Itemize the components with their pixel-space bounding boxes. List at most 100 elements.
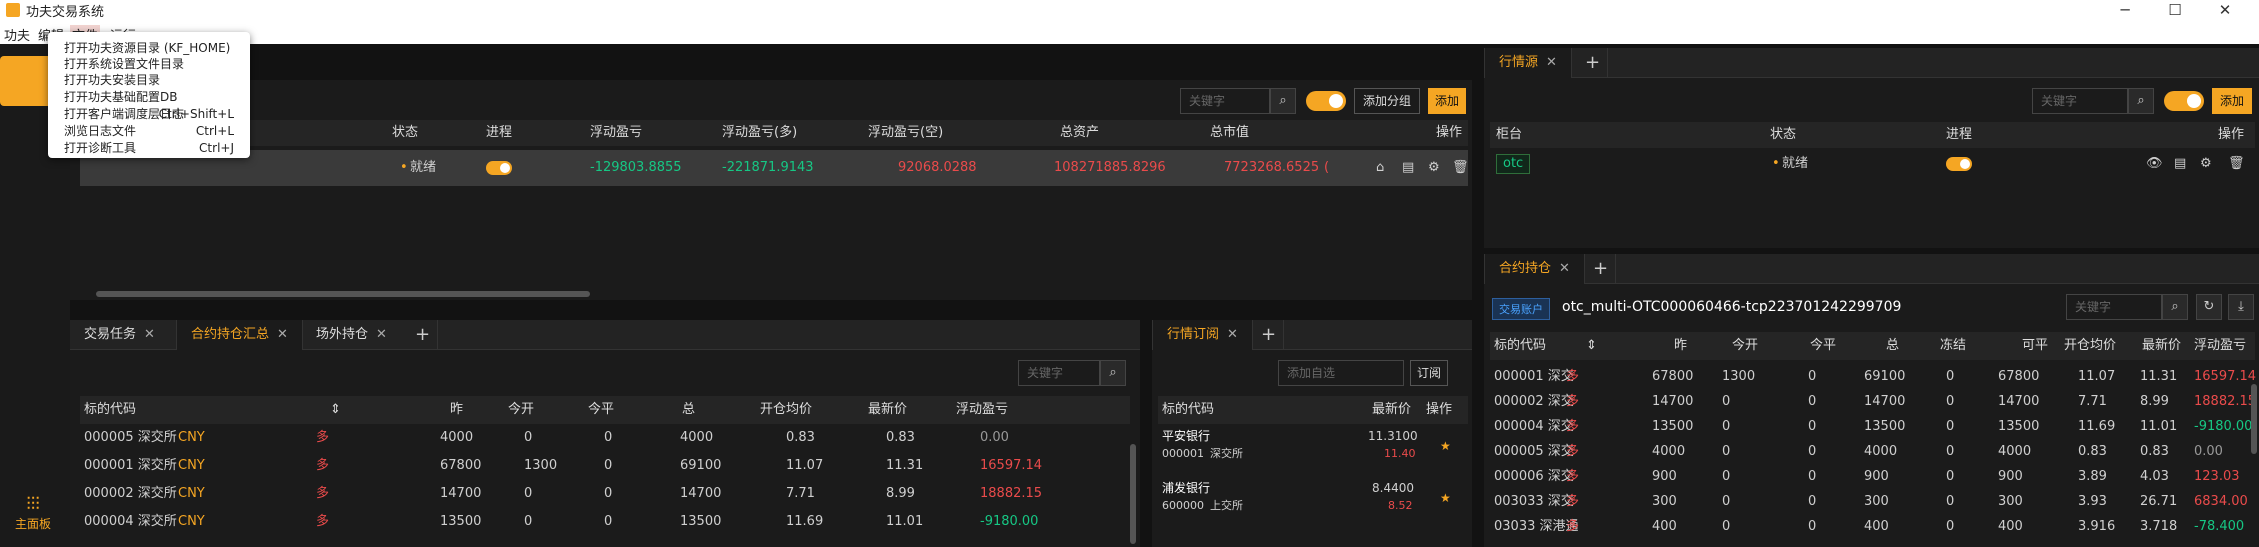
tab-market-subscriptions[interactable]: 行情订阅 ✕ (1152, 320, 1253, 350)
close-window-icon[interactable]: ✕ (2205, 0, 2245, 20)
document-icon[interactable]: ▤ (1402, 150, 1414, 186)
add-tab-icon[interactable]: + (1254, 320, 1284, 350)
currency: CNY (178, 514, 205, 529)
trash-icon[interactable]: 🗑 (2228, 150, 2245, 178)
menu-kungfu[interactable]: 功夫 (4, 25, 30, 44)
account-status: 就绪 (410, 160, 437, 175)
document-icon[interactable]: ▤ (2174, 150, 2186, 178)
gear-icon[interactable]: ⚙ (1428, 150, 1440, 186)
tab-otc-positions[interactable]: 场外持仓 ✕ (302, 320, 401, 350)
cell-yesterday: 14700 (1652, 394, 1694, 409)
col-market-value[interactable]: 总市值 (1210, 120, 1249, 146)
cell-open: 0 (524, 514, 533, 529)
menu-item-open-settings-dir[interactable]: 打开系统设置文件目录 (64, 56, 184, 72)
cell-pnl: -9180.00 (2194, 419, 2253, 434)
cell-pnl: 123.03 (2194, 469, 2240, 484)
subscription-row[interactable]: 平安银行 000001 深交所 11.3100 11.40 ★ (1158, 428, 1468, 480)
cell-yesterday: 67800 (1652, 369, 1694, 384)
table-row[interactable]: 003033 深交 多 300 0 0 300 0 300 3.93 26.71… (1490, 489, 2250, 514)
eye-icon[interactable]: 👁 (2146, 150, 2163, 178)
accounts-toggle[interactable] (1306, 91, 1346, 111)
refresh-icon[interactable]: ↻ (2196, 294, 2222, 320)
account-row[interactable]: • 就绪 -129803.8855 -221871.9143 92068.028… (80, 150, 1469, 186)
search-icon[interactable]: ⌕ (1270, 88, 1296, 114)
cell-pnl: 6834.00 (2194, 494, 2248, 509)
download-icon[interactable]: ⤓ (2228, 294, 2254, 320)
table-row[interactable]: 000002 深交所 CNY 多 14700 0 0 14700 7.71 8.… (80, 480, 1130, 508)
star-icon[interactable]: ★ (1440, 432, 1451, 460)
col-pnl-long[interactable]: 浮动盈亏(多) (722, 120, 797, 146)
cell-avg-price: 11.07 (786, 458, 824, 473)
positions-search-input[interactable]: 关键字 (1018, 360, 1100, 386)
table-row[interactable]: 000004 深交所 CNY 多 13500 0 0 13500 11.69 1… (80, 508, 1130, 536)
table-row[interactable]: 000001 深交 多 67800 1300 0 69100 0 67800 1… (1490, 364, 2256, 389)
trash-icon[interactable]: 🗑 (1452, 150, 1469, 186)
contract-search-input[interactable]: 关键字 (2066, 294, 2162, 320)
add-watchlist-input[interactable]: 添加自选 (1278, 360, 1404, 386)
col-pnl[interactable]: 浮动盈亏 (590, 120, 642, 146)
maximize-icon[interactable]: ☐ (2155, 0, 2195, 20)
direction: 多 (1566, 444, 1580, 459)
direction: 多 (316, 514, 330, 529)
cell-open: 0 (524, 430, 533, 445)
accounts-search-input[interactable]: 关键字 (1180, 88, 1270, 114)
table-row[interactable]: 000006 深交 多 900 0 0 900 0 900 3.89 4.03 … (1490, 464, 2250, 489)
cell-closable: 4000 (1998, 444, 2032, 459)
star-icon[interactable]: ★ (1440, 484, 1451, 512)
tab-contract-positions[interactable]: 合约持仓 ✕ (1484, 254, 1585, 284)
add-tab-icon[interactable]: + (1586, 254, 1616, 284)
table-row[interactable]: 000001 深交所 CNY 多 67800 1300 0 69100 11.0… (80, 452, 1130, 480)
add-account-button[interactable]: 添加 (1428, 88, 1466, 114)
direction: 多 (316, 458, 330, 473)
gear-icon[interactable]: ⚙ (2200, 150, 2212, 178)
window-title: 功夫交易系统 (26, 5, 105, 20)
add-market-source-button[interactable]: 添加 (2212, 88, 2252, 114)
add-tab-icon[interactable]: + (408, 320, 438, 350)
search-icon[interactable]: ⌕ (2128, 88, 2154, 114)
subscribe-button[interactable]: 订阅 (1410, 360, 1448, 386)
add-tab-icon[interactable]: + (1578, 48, 1608, 78)
cell-last-price: 3.718 (2140, 519, 2178, 534)
close-icon: ✕ (1559, 261, 1570, 276)
cell-total: 69100 (680, 458, 722, 473)
vertical-scrollbar[interactable] (1130, 444, 1136, 544)
col-total-assets[interactable]: 总资产 (1060, 120, 1099, 146)
subscription-row[interactable]: 浦发银行 600000 上交所 8.4400 8.52 ★ (1158, 480, 1468, 532)
table-row[interactable]: 000005 深交所 CNY 多 4000 0 0 4000 0.83 0.83… (80, 424, 1130, 452)
process-toggle[interactable] (1946, 150, 1972, 178)
table-row[interactable]: 000005 深交 多 4000 0 0 4000 0 4000 0.83 0.… (1490, 439, 2250, 464)
tab-contract-positions-summary[interactable]: 合约持仓汇总 ✕ (176, 320, 303, 350)
search-icon[interactable]: ⌕ (1100, 360, 1126, 386)
search-icon[interactable]: ⌕ (2162, 294, 2188, 320)
table-row[interactable]: 000002 深交 多 14700 0 0 14700 0 14700 7.71… (1490, 389, 2256, 414)
main-panel-nav[interactable]: ⫶⫶⫶ 主面板 (8, 494, 58, 532)
cell-pnl: 0.00 (2194, 444, 2223, 459)
tab-market-source[interactable]: 行情源 ✕ (1484, 48, 1572, 78)
positions-header: 标的代码 ⇕ 昨 今开 今平 总 开仓均价 最新价 浮动盈亏 (80, 396, 1130, 424)
horizontal-scrollbar[interactable] (96, 291, 590, 297)
bank-icon[interactable]: ⌂ (1376, 150, 1384, 186)
vertical-scrollbar[interactable] (2251, 384, 2257, 454)
market-source-row[interactable]: otc • 就绪 👁 ▤ ⚙ 🗑 (1490, 150, 2255, 178)
process-toggle[interactable] (486, 150, 512, 186)
cell-total: 4000 (680, 430, 714, 445)
col-pnl-short[interactable]: 浮动盈亏(空) (868, 120, 943, 146)
cell-total: 14700 (680, 486, 722, 501)
add-group-button[interactable]: 添加分组 (1354, 88, 1420, 114)
menu-item-diagnostics[interactable]: 打开诊断工具 (64, 140, 136, 156)
table-row[interactable]: 03033 深港通 多 400 0 0 400 0 400 3.916 3.71… (1490, 514, 2250, 539)
menu-item-open-kf-home[interactable]: 打开功夫资源目录 (KF_HOME) (64, 40, 230, 56)
cell-close: 0 (604, 514, 613, 529)
account-pnl-short: 92068.0288 (898, 160, 977, 175)
menu-item-browse-logs[interactable]: 浏览日志文件 (64, 123, 136, 139)
market-source-toggle[interactable] (2164, 91, 2204, 111)
tab-trade-tasks[interactable]: 交易任务 ✕ (70, 320, 169, 350)
menu-item-open-install-dir[interactable]: 打开功夫安装目录 (64, 72, 160, 88)
market-source-search-input[interactable]: 关键字 (2032, 88, 2128, 114)
minimize-icon[interactable]: ─ (2105, 0, 2145, 20)
table-row[interactable]: 000004 深交 多 13500 0 0 13500 0 13500 11.6… (1490, 414, 2253, 439)
direction: 多 (1566, 469, 1580, 484)
file-menu-dropdown: 打开功夫资源目录 (KF_HOME) 打开系统设置文件目录 打开功夫安装目录 打… (48, 32, 250, 158)
cell-closable: 67800 (1998, 369, 2040, 384)
menu-item-open-config-db[interactable]: 打开功夫基础配置DB (64, 89, 177, 105)
